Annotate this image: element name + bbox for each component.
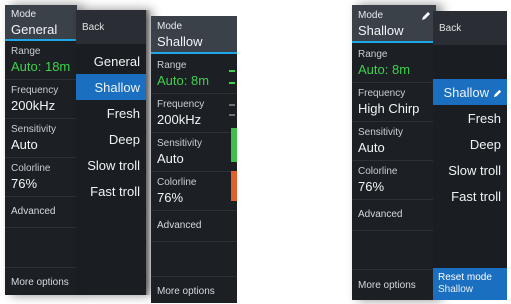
colorline-label: Colorline [157,177,197,188]
colorline-setting[interactable]: Colorline 76% [5,158,77,197]
menu-option-shallow[interactable]: Shallow [76,74,146,100]
colorline-label: Colorline [358,166,398,177]
mode-menu: Back General Shallow Fresh Deep Slow tro… [76,10,146,295]
colorline-setting[interactable]: Colorline 76% [151,172,237,211]
panel-divider [146,10,151,295]
range-setting[interactable]: Range Auto: 8m [352,44,436,83]
sensitivity-value: Auto [358,140,385,155]
mode-menu-right: Back Shallow Fresh Deep Slow troll Fast … [433,11,507,300]
colorline-value: 76% [157,190,184,205]
sonar-settings-panel: Mode General Range Auto: 18m Frequency 2… [5,5,77,295]
more-options-label: More options [11,277,69,288]
menu-option-fresh[interactable]: Fresh [107,106,140,121]
menu-option-deep[interactable]: Deep [109,132,140,147]
back-button[interactable]: Back [433,11,507,45]
range-slider-icon [229,70,235,84]
more-options-label: More options [358,280,416,291]
frequency-label: Frequency [157,99,205,110]
sensitivity-setting[interactable]: Sensitivity Auto [352,122,436,161]
mode-label: Mode [358,10,384,21]
menu-option-shallow[interactable]: Shallow [433,79,507,105]
colorline-label: Colorline [11,163,51,174]
advanced-setting[interactable]: Advanced [352,200,436,231]
sensitivity-label: Sensitivity [358,127,404,138]
frequency-label: Frequency [358,88,406,99]
mode-setting[interactable]: Mode General [5,5,77,41]
mode-label: Mode [157,21,183,32]
range-label: Range [11,46,41,57]
edit-pencil-icon[interactable] [492,86,503,104]
sensitivity-label: Sensitivity [11,124,57,135]
advanced-label: Advanced [157,220,202,231]
frequency-setting[interactable]: Frequency 200kHz [5,80,77,119]
range-setting[interactable]: Range Auto: 18m [5,41,77,80]
back-label: Back [82,22,105,33]
reset-mode-button[interactable]: Reset mode Shallow [433,268,507,300]
menu-option-fast-troll[interactable]: Fast troll [90,184,140,199]
menu-option-fast-troll[interactable]: Fast troll [451,189,501,204]
frequency-value: High Chirp [358,101,420,116]
advanced-setting[interactable]: Advanced [5,197,77,228]
range-value: Auto: 8m [157,73,210,88]
range-value: Auto: 8m [358,62,411,77]
menu-option-slow-troll[interactable]: Slow troll [448,163,501,178]
back-button[interactable]: Back [76,10,146,44]
sensitivity-color-tick [231,128,237,162]
menu-option-fresh[interactable]: Fresh [468,111,501,126]
reset-mode-label: Reset mode [438,272,492,283]
frequency-value: 200kHz [11,98,56,113]
more-options-label: More options [157,286,215,297]
menu-option-general-hidden [433,53,507,79]
mode-value: General [11,22,58,37]
frequency-setting[interactable]: Frequency 200kHz [151,94,237,133]
sonar-settings-panel-right: Mode Shallow Range Auto: 8m Frequency Hi… [352,5,436,300]
colorline-setting[interactable]: Colorline 76% [352,161,436,200]
sensitivity-value: Auto [11,137,38,152]
back-label: Back [439,23,462,34]
sensitivity-value: Auto [157,151,184,166]
menu-option-slow-troll[interactable]: Slow troll [87,158,140,173]
more-options[interactable]: More options [352,269,436,300]
menu-option-deep[interactable]: Deep [470,137,501,152]
menu-option-shallow-label: Shallow [443,85,489,100]
mode-value: Shallow [157,34,203,49]
advanced-label: Advanced [11,206,56,217]
range-label: Range [358,49,388,60]
sonar-settings-panel-updated: Mode Shallow Range Auto: 8m Frequency 20… [151,16,237,303]
colorline-value: 76% [358,179,385,194]
menu-option-general[interactable]: General [94,54,140,69]
range-value: Auto: 18m [11,59,71,74]
frequency-label: Frequency [11,85,59,96]
advanced-setting[interactable]: Advanced [151,211,237,242]
mode-setting-right[interactable]: Mode Shallow [352,5,436,43]
range-label: Range [157,60,187,71]
frequency-slider-icon [229,104,235,116]
sensitivity-setting[interactable]: Sensitivity Auto [151,133,237,172]
range-setting[interactable]: Range Auto: 8m [151,55,237,94]
more-options[interactable]: More options [5,267,77,295]
mode-setting-updated[interactable]: Mode Shallow [151,16,237,54]
colorline-color-tick [231,171,237,201]
sensitivity-label: Sensitivity [157,138,203,149]
sensitivity-setting[interactable]: Sensitivity Auto [5,119,77,158]
reset-mode-sublabel: Shallow [438,284,474,295]
colorline-value: 76% [11,176,38,191]
frequency-setting[interactable]: Frequency High Chirp [352,83,436,122]
mode-label: Mode [11,9,37,20]
edit-pencil-icon[interactable] [420,9,432,27]
menu-option-shallow-label: Shallow [94,80,140,95]
more-options[interactable]: More options [151,276,237,303]
mode-value: Shallow [358,23,404,38]
frequency-value: 200kHz [157,112,202,127]
advanced-label: Advanced [358,209,403,220]
